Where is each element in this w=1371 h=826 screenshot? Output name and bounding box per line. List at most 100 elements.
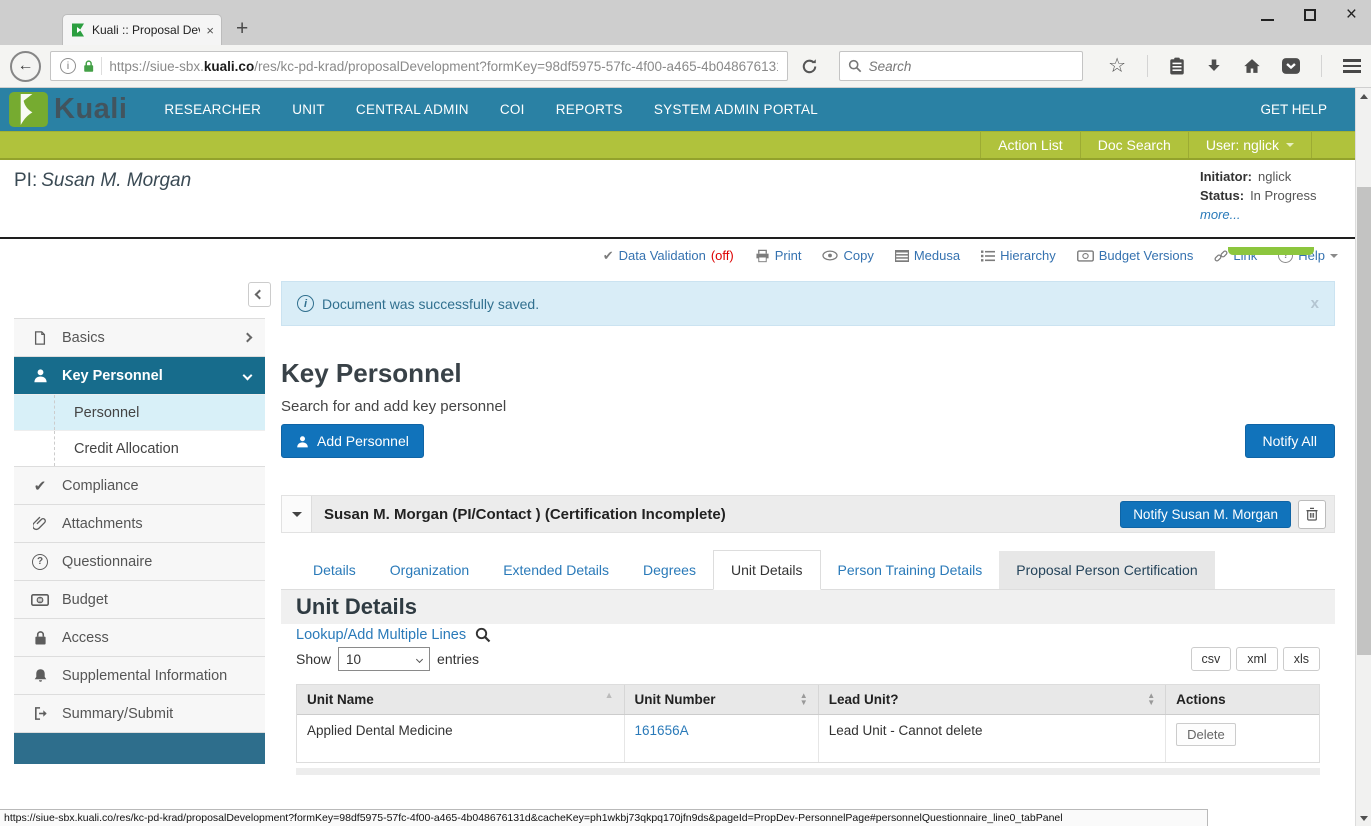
sidebar-item-access[interactable]: Access: [14, 618, 265, 656]
scroll-down-arrow[interactable]: [1356, 810, 1371, 826]
reload-icon[interactable]: [801, 58, 818, 75]
chevron-down-icon: [416, 655, 423, 662]
column-unit-name[interactable]: Unit Name▲: [297, 685, 624, 715]
nav-unit[interactable]: UNIT: [292, 102, 325, 117]
column-actions: Actions: [1166, 685, 1319, 715]
notify-all-button[interactable]: Notify All: [1245, 424, 1335, 458]
document-header: PI:Susan M. Morgan Initiator:nglick Stat…: [0, 160, 1355, 237]
sidebar-item-summary-submit[interactable]: Summary/Submit: [14, 694, 265, 732]
kuali-logo[interactable]: [9, 92, 48, 127]
action-bar: Action List Doc Search User: nglick: [0, 131, 1355, 160]
tab-proposal-person-certification[interactable]: Proposal Person Certification: [999, 551, 1214, 589]
medusa-link[interactable]: Medusa: [895, 248, 960, 263]
print-icon: [755, 249, 770, 263]
pocket-icon[interactable]: [1282, 58, 1300, 74]
search-icon: [848, 59, 862, 73]
validation-off-badge: (off): [711, 248, 734, 263]
tab-details[interactable]: Details: [296, 551, 373, 589]
page-scrollbar[interactable]: [1355, 88, 1371, 826]
alert-close-button[interactable]: x: [1311, 295, 1319, 312]
trash-icon: [1306, 507, 1318, 521]
sort-both-icon[interactable]: ▲▼: [800, 692, 808, 706]
home-icon[interactable]: [1243, 58, 1261, 74]
tab-organization[interactable]: Organization: [373, 551, 486, 589]
lookup-add-multiple-lines-link[interactable]: Lookup/Add Multiple Lines: [296, 627, 466, 643]
brand-name[interactable]: Kuali: [54, 93, 127, 126]
sidebar-item-personnel[interactable]: Personnel: [14, 394, 265, 430]
scrollbar-thumb[interactable]: [1357, 187, 1371, 655]
entries-per-page-select[interactable]: 10: [338, 647, 430, 671]
tab-person-training-details[interactable]: Person Training Details: [821, 551, 1000, 589]
hierarchy-link[interactable]: Hierarchy: [981, 248, 1056, 263]
delete-row-button[interactable]: Delete: [1176, 723, 1236, 746]
search-icon[interactable]: [475, 627, 491, 643]
sidebar-item-credit-allocation[interactable]: Credit Allocation: [14, 430, 265, 466]
action-list-link[interactable]: Action List: [980, 132, 1080, 158]
url-text[interactable]: https://siue-sbx.kuali.co/res/kc-pd-krad…: [109, 59, 777, 74]
sidebar-item-basics[interactable]: Basics: [14, 318, 265, 356]
panel-collapse-toggle[interactable]: [282, 496, 312, 532]
data-validation-link[interactable]: ✔ Data Validation (off): [603, 248, 734, 264]
sidebar-item-questionnaire[interactable]: ? Questionnaire: [14, 542, 265, 580]
url-bar[interactable]: i https://siue-sbx.kuali.co/res/kc-pd-kr…: [50, 51, 788, 81]
back-button[interactable]: ←: [10, 51, 41, 82]
copy-link[interactable]: Copy: [822, 248, 873, 263]
tab-unit-details[interactable]: Unit Details: [713, 550, 821, 590]
search-placeholder: Search: [869, 59, 912, 74]
browser-tab[interactable]: Kuali :: Proposal Developme ×: [62, 14, 222, 45]
https-lock-icon[interactable]: [83, 59, 94, 73]
notify-person-button[interactable]: Notify Susan M. Morgan: [1120, 501, 1291, 528]
column-lead-unit[interactable]: Lead Unit?▲▼: [818, 685, 1165, 715]
sidebar-collapse-button[interactable]: [248, 282, 271, 307]
budget-versions-link[interactable]: Budget Versions: [1077, 248, 1194, 263]
window-close-button[interactable]: ×: [1346, 8, 1357, 22]
user-menu[interactable]: User: nglick: [1188, 132, 1311, 158]
clipboard-icon[interactable]: [1169, 57, 1185, 75]
nav-researcher[interactable]: RESEARCHER: [164, 102, 261, 117]
status-url: https://siue-sbx.kuali.co/res/kc-pd-krad…: [4, 812, 1063, 824]
print-link[interactable]: Print: [755, 248, 802, 263]
unit-details-heading: Unit Details: [281, 590, 1335, 624]
tab-degrees[interactable]: Degrees: [626, 551, 713, 589]
unit-number-link[interactable]: 161656A: [635, 723, 689, 738]
doc-search-link[interactable]: Doc Search: [1080, 132, 1188, 158]
sidebar-item-budget[interactable]: 0 Budget: [14, 580, 265, 618]
column-unit-number[interactable]: Unit Number▲▼: [624, 685, 818, 715]
sort-asc-icon[interactable]: ▲: [605, 692, 614, 699]
nav-central-admin[interactable]: CENTRAL ADMIN: [356, 102, 469, 117]
svg-text:0: 0: [38, 598, 41, 604]
get-help-link[interactable]: GET HELP: [1260, 102, 1327, 117]
sidebar-nav: Basics Key Personnel Personnel Credit Al…: [14, 272, 265, 764]
add-personnel-button[interactable]: Add Personnel: [281, 424, 424, 458]
sidebar-item-supplemental-information[interactable]: Supplemental Information: [14, 656, 265, 694]
success-alert: i Document was successfully saved. x: [281, 281, 1335, 326]
page-info-icon[interactable]: i: [60, 58, 76, 74]
sidebar-footer: [14, 732, 265, 764]
sidebar-item-attachments[interactable]: Attachments: [14, 504, 265, 542]
sidebar-item-compliance[interactable]: ✔ Compliance: [14, 466, 265, 504]
document-toolbar: ✔ Data Validation (off) Print Copy Medus…: [0, 239, 1355, 272]
window-minimize-button[interactable]: [1261, 19, 1274, 21]
window-maximize-button[interactable]: [1304, 9, 1316, 21]
nav-coi[interactable]: COI: [500, 102, 525, 117]
more-link[interactable]: more...: [1200, 207, 1240, 222]
delete-person-button[interactable]: [1298, 500, 1326, 529]
export-csv-button[interactable]: csv: [1191, 647, 1232, 671]
check-icon: ✔: [31, 477, 49, 495]
tab-extended-details[interactable]: Extended Details: [486, 551, 626, 589]
menu-icon[interactable]: [1343, 59, 1361, 73]
tab-close-icon[interactable]: ×: [206, 23, 214, 38]
nav-reports[interactable]: REPORTS: [556, 102, 623, 117]
download-icon[interactable]: [1206, 58, 1222, 74]
scroll-up-arrow[interactable]: [1356, 88, 1371, 104]
bookmark-star-icon[interactable]: ☆: [1108, 57, 1126, 75]
person-panel-title: Susan M. Morgan (PI/Contact ) (Certifica…: [324, 506, 726, 523]
status-value: In Progress: [1250, 188, 1316, 203]
new-tab-button[interactable]: +: [236, 17, 248, 41]
search-input[interactable]: Search: [839, 51, 1083, 81]
export-xls-button[interactable]: xls: [1283, 647, 1320, 671]
nav-system-admin-portal[interactable]: SYSTEM ADMIN PORTAL: [654, 102, 818, 117]
sidebar-item-key-personnel[interactable]: Key Personnel: [14, 356, 265, 394]
export-xml-button[interactable]: xml: [1236, 647, 1277, 671]
sort-both-icon[interactable]: ▲▼: [1147, 692, 1155, 706]
